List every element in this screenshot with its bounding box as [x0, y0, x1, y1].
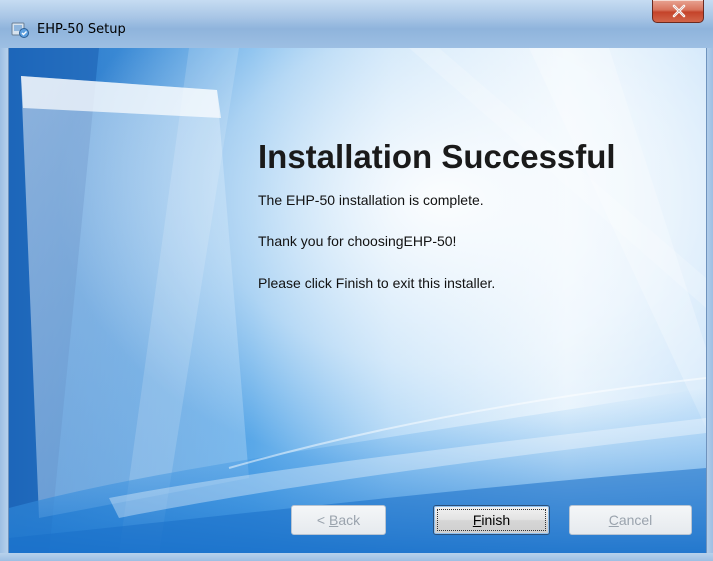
- back-button[interactable]: < Back: [291, 505, 386, 535]
- cancel-button[interactable]: Cancel: [569, 505, 692, 535]
- completion-message: The EHP-50 installation is complete.: [258, 192, 484, 208]
- back-button-mnemonic: B: [328, 512, 339, 528]
- page-title: Installation Successful: [258, 138, 616, 175]
- back-button-label: ack: [338, 512, 361, 528]
- background-swirl: [9, 48, 706, 553]
- instructions-message: Please click Finish to exit this install…: [258, 275, 496, 291]
- thank-you-message: Thank you for choosingEHP-50!: [258, 233, 457, 249]
- installer-icon: [11, 20, 29, 38]
- finish-button[interactable]: Finish: [433, 505, 550, 535]
- title-bar[interactable]: EHP-50 Setup: [0, 0, 713, 49]
- close-button[interactable]: [652, 0, 704, 23]
- back-button-prefix: <: [316, 512, 329, 528]
- cancel-button-mnemonic: C: [608, 512, 619, 528]
- wizard-content-area: Installation Successful The EHP-50 insta…: [8, 48, 707, 553]
- window-title: EHP-50 Setup: [37, 22, 126, 37]
- setup-window: EHP-50 Setup Installation Successful The…: [0, 0, 713, 561]
- window-frame-left: [0, 48, 8, 561]
- close-x-icon: [672, 4, 686, 18]
- cancel-button-label: ancel: [618, 512, 653, 528]
- finish-button-label: inish: [481, 512, 511, 528]
- window-frame-bottom: [0, 553, 713, 561]
